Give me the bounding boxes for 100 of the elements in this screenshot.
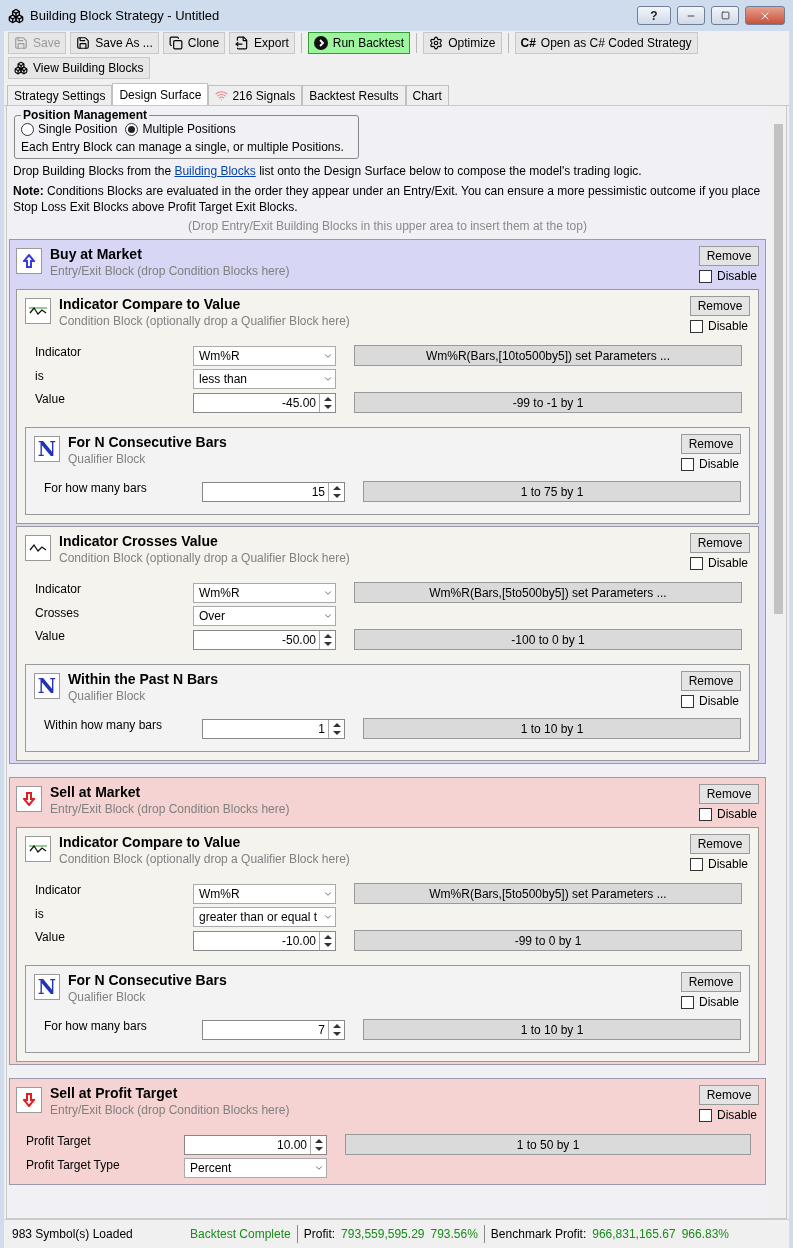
- block-subtitle: Entry/Exit Block (drop Condition Blocks here): [50, 802, 291, 816]
- close-button[interactable]: [745, 6, 785, 25]
- spin-arrows-icon[interactable]: [313, 1137, 324, 1152]
- disable-checkbox[interactable]: Disable: [690, 319, 749, 333]
- param-label: Profit Target Type: [26, 1158, 121, 1172]
- disable-checkbox[interactable]: Disable: [699, 1108, 758, 1122]
- maximize-button[interactable]: [711, 6, 739, 25]
- disable-checkbox[interactable]: Disable: [699, 269, 758, 283]
- dropdown-field[interactable]: greater than or equal t: [193, 907, 336, 927]
- disable-checkbox[interactable]: Disable: [690, 857, 749, 871]
- dropdown-field[interactable]: Wm%R: [193, 883, 336, 904]
- tab[interactable]: Design Surface: [112, 83, 209, 105]
- drop-hint: (Drop Entry/Exit Building Blocks in this upper area to insert them at the top): [187, 219, 588, 233]
- radio-option[interactable]: Single Position: [21, 122, 118, 136]
- building-blocks-link[interactable]: Building Blocks: [174, 164, 256, 178]
- number-field[interactable]: 10.00: [184, 1134, 327, 1155]
- toolbar-button[interactable]: Save As ...: [70, 32, 159, 54]
- dropdown-field[interactable]: Percent: [184, 1158, 327, 1178]
- benchmark-percent: 966.83%: [681, 1227, 730, 1241]
- number-field[interactable]: 1: [202, 718, 345, 739]
- toolbar-button[interactable]: Clone: [162, 32, 226, 54]
- disable-checkbox[interactable]: Disable: [681, 694, 740, 708]
- dropdown-field[interactable]: less than: [193, 369, 336, 389]
- parameter-range[interactable]: 1 to 50 by 1: [345, 1134, 751, 1155]
- dropdown-field[interactable]: Wm%R: [193, 345, 336, 366]
- profit-percent: 793.56%: [430, 1227, 478, 1241]
- group-note: Each Entry Block can manage a single, or multiple Positions.: [21, 140, 344, 154]
- dropdown-field[interactable]: Over: [193, 606, 336, 626]
- gears-icon: [429, 36, 444, 50]
- parameter-range[interactable]: Wm%R(Bars,[5to500by5]) set Parameters ...: [354, 883, 742, 904]
- param-label: Within how many bars: [44, 718, 164, 732]
- number-field[interactable]: 15: [202, 481, 345, 502]
- toolbar-button[interactable]: Run Backtest: [307, 32, 411, 54]
- save-icon: [76, 36, 91, 50]
- remove-button[interactable]: Remove: [690, 533, 750, 553]
- block-title: Sell at Market: [50, 784, 142, 800]
- tab[interactable]: Backtest Results: [302, 85, 406, 105]
- down-arrow-icon: [23, 1093, 35, 1107]
- block-subtitle: Qualifier Block: [68, 689, 147, 703]
- disable-checkbox[interactable]: Disable: [681, 457, 740, 471]
- radio-option[interactable]: Multiple Positions: [125, 122, 236, 136]
- dropdown-field[interactable]: Wm%R: [193, 582, 336, 603]
- parameter-range[interactable]: -100 to 0 by 1: [354, 629, 742, 650]
- parameter-range[interactable]: 1 to 75 by 1: [363, 481, 741, 502]
- help-button[interactable]: ?: [637, 6, 671, 25]
- toolbar-button[interactable]: View Building Blocks: [8, 57, 150, 79]
- param-label: For how many bars: [44, 1019, 148, 1033]
- tab[interactable]: 216 Signals: [208, 85, 303, 105]
- block-title: For N Consecutive Bars: [68, 434, 228, 450]
- spin-arrows-icon[interactable]: [331, 721, 342, 736]
- toolbar-button[interactable]: Optimize: [423, 32, 502, 54]
- spin-arrows-icon[interactable]: [331, 1022, 342, 1037]
- block-subtitle: Entry/Exit Block (drop Condition Blocks here): [50, 264, 291, 278]
- parameter-range[interactable]: -99 to -1 by 1: [354, 392, 742, 413]
- tab[interactable]: Strategy Settings: [7, 85, 113, 105]
- spin-arrows-icon[interactable]: [331, 484, 342, 499]
- benchmark-value: 966,831,165.67: [592, 1227, 676, 1241]
- parameter-range[interactable]: -99 to 0 by 1: [354, 930, 742, 951]
- parameter-range[interactable]: 1 to 10 by 1: [363, 718, 741, 739]
- toolbar-button[interactable]: Export: [229, 32, 295, 54]
- spin-arrows-icon[interactable]: [322, 632, 333, 647]
- disable-checkbox[interactable]: Disable: [681, 995, 740, 1009]
- disable-checkbox[interactable]: Disable: [690, 556, 749, 570]
- number-field[interactable]: -50.00: [193, 629, 336, 650]
- remove-button[interactable]: Remove: [699, 246, 759, 266]
- spin-arrows-icon[interactable]: [322, 395, 333, 410]
- block-title: Buy at Market: [50, 246, 143, 262]
- csharp-icon: C#: [520, 36, 536, 50]
- remove-button[interactable]: Remove: [681, 972, 741, 992]
- parameter-range[interactable]: Wm%R(Bars,[10to500by5]) set Parameters ...: [354, 345, 742, 366]
- down-arrow-icon: [23, 792, 35, 806]
- remove-button[interactable]: Remove: [690, 296, 750, 316]
- number-field[interactable]: -45.00: [193, 392, 336, 413]
- tab[interactable]: Chart: [405, 85, 449, 105]
- remove-button[interactable]: Remove: [690, 834, 750, 854]
- spin-arrows-icon[interactable]: [322, 933, 333, 948]
- chevron-down-icon: [323, 912, 333, 922]
- letter-icon: N: [34, 974, 60, 1000]
- block-subtitle: Condition Block (optionally drop a Qualifier Block here): [59, 551, 351, 565]
- block-title: Within the Past N Bars: [68, 671, 219, 687]
- remove-button[interactable]: Remove: [699, 784, 759, 804]
- remove-button[interactable]: Remove: [699, 1085, 759, 1105]
- blocks-icon: [14, 61, 28, 75]
- scrollbar[interactable]: [770, 106, 786, 1218]
- parameter-range[interactable]: 1 to 10 by 1: [363, 1019, 741, 1040]
- block-title: Indicator Crosses Value: [59, 533, 219, 549]
- signal-icon: [215, 89, 229, 102]
- remove-button[interactable]: Remove: [681, 434, 741, 454]
- param-label: Crosses: [35, 606, 80, 620]
- parameter-range[interactable]: Wm%R(Bars,[5to500by5]) set Parameters ...: [354, 582, 742, 603]
- block-subtitle: Condition Block (optionally drop a Qualifier Block here): [59, 852, 351, 866]
- disable-checkbox[interactable]: Disable: [699, 807, 758, 821]
- minimize-button[interactable]: [677, 6, 705, 25]
- block-subtitle: Qualifier Block: [68, 990, 147, 1004]
- number-field[interactable]: -10.00: [193, 930, 336, 951]
- block-subtitle: Entry/Exit Block (drop Condition Blocks here): [50, 1103, 291, 1117]
- number-field[interactable]: 7: [202, 1019, 345, 1040]
- remove-button[interactable]: Remove: [681, 671, 741, 691]
- toolbar-button[interactable]: C# Open as C# Coded Strategy: [514, 32, 698, 54]
- up-arrow-icon: [23, 254, 35, 268]
